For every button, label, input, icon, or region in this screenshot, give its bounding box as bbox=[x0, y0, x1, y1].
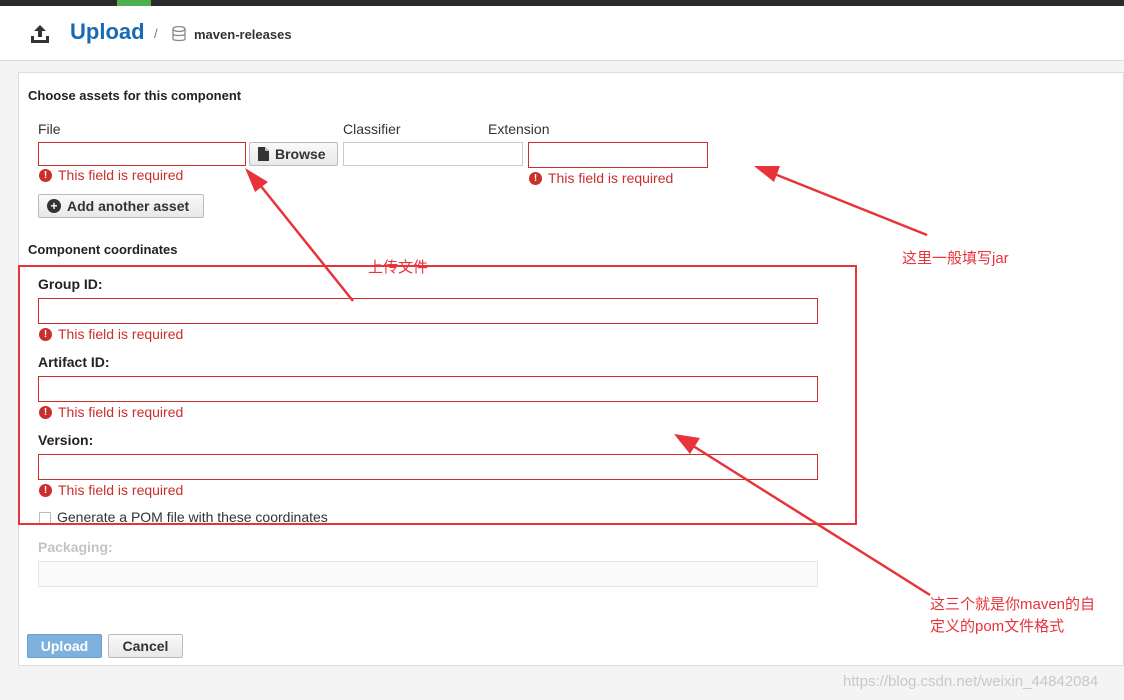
annotation-coordinates-hint-1: 这三个就是你maven的自 bbox=[930, 596, 1096, 613]
classifier-input[interactable] bbox=[343, 142, 523, 166]
packaging-input bbox=[38, 561, 818, 587]
breadcrumb-repository[interactable]: maven-releases bbox=[194, 27, 292, 42]
upload-button[interactable]: Upload bbox=[27, 634, 102, 658]
classifier-label: Classifier bbox=[343, 121, 401, 137]
annotation-upload-file: 上传文件 bbox=[368, 259, 429, 276]
file-error: ! This field is required bbox=[39, 167, 183, 183]
error-icon: ! bbox=[39, 168, 52, 182]
browse-button[interactable]: Browse bbox=[249, 142, 338, 166]
file-label: File bbox=[38, 121, 61, 137]
add-asset-label: Add another asset bbox=[67, 198, 190, 214]
watermark: https://blog.csdn.net/weixin_44842084 bbox=[843, 673, 1099, 690]
file-input[interactable] bbox=[38, 142, 246, 166]
add-asset-button[interactable]: + Add another asset bbox=[38, 194, 204, 218]
breadcrumb-separator: / bbox=[154, 26, 158, 41]
packaging-label: Packaging: bbox=[38, 539, 113, 555]
extension-error: ! This field is required bbox=[529, 170, 673, 186]
browse-label: Browse bbox=[275, 146, 326, 162]
error-icon: ! bbox=[529, 171, 542, 185]
page-header: Upload / maven-releases bbox=[0, 6, 1124, 61]
page-title: Upload bbox=[70, 19, 145, 44]
coordinates-section-title: Component coordinates bbox=[28, 242, 178, 257]
file-icon bbox=[258, 147, 269, 161]
upload-icon bbox=[31, 25, 49, 43]
assets-section-title: Choose assets for this component bbox=[28, 88, 242, 103]
plus-circle-icon: + bbox=[47, 199, 61, 213]
database-icon bbox=[172, 26, 186, 42]
extension-input[interactable] bbox=[528, 142, 708, 168]
cancel-button[interactable]: Cancel bbox=[108, 634, 183, 658]
annotation-extension-hint: 这里一般填写jar bbox=[902, 250, 1009, 267]
coordinates-highlight-box bbox=[18, 265, 857, 525]
annotation-coordinates-hint-2: 定义的pom文件格式 bbox=[930, 618, 1065, 635]
extension-label: Extension bbox=[488, 121, 550, 137]
